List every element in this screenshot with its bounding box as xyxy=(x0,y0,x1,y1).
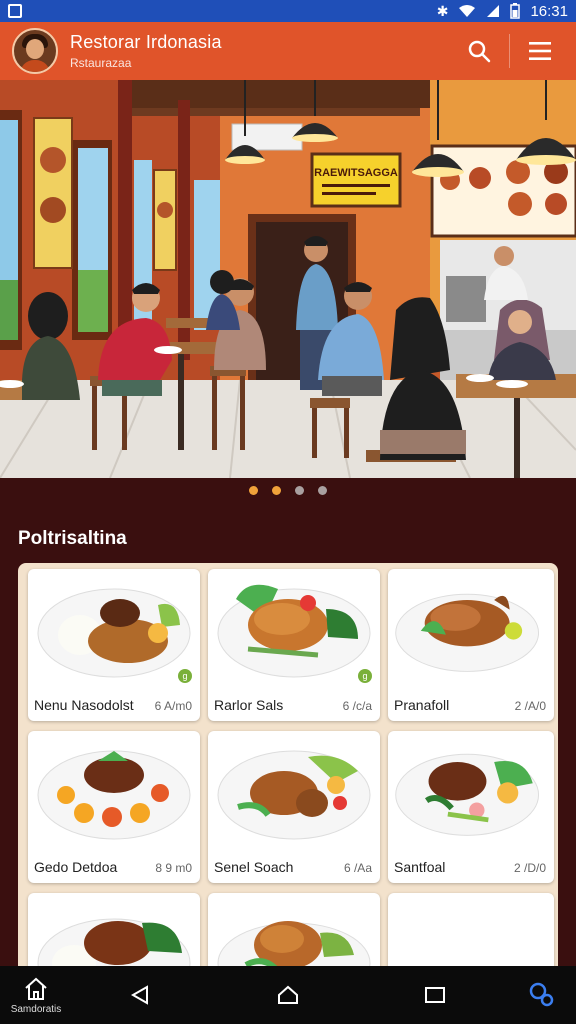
home-button[interactable] xyxy=(268,966,308,1024)
menu-grid: g Nenu Nasodolst 6 A/m0 g Rarlor Sals 6 /c/a P… xyxy=(28,569,558,967)
home-tab[interactable]: Samdoratis xyxy=(6,966,66,1024)
signal-icon xyxy=(487,5,500,17)
menu-item-card[interactable]: Gedo Detdoa 8 9 m0 xyxy=(28,731,200,883)
status-icons: ✱ 16:31 xyxy=(437,3,568,20)
app-subtitle: Rstaurazaa xyxy=(70,56,132,70)
app-bar: Restorar Irdonasia Rstaurazaa xyxy=(0,22,576,80)
wifi-icon xyxy=(459,5,476,17)
menu-item-card[interactable]: g Nenu Nasodolst 6 A/m0 xyxy=(28,569,200,721)
system-nav-bar: Samdoratis xyxy=(0,966,576,1024)
menu-item-card[interactable]: g Rarlor Sals 6 /c/a xyxy=(208,569,380,721)
food-image xyxy=(388,893,554,967)
settings-link-button[interactable] xyxy=(520,966,564,1024)
menu-item-name: Santfoal xyxy=(394,859,446,875)
menu-item-price: 6 A/m0 xyxy=(154,699,192,713)
menu-item-card[interactable]: Senel Soach 6 /Aa xyxy=(208,731,380,883)
bluetooth-icon: ✱ xyxy=(436,3,449,19)
app-bar-divider xyxy=(509,34,510,68)
carousel-dot[interactable] xyxy=(295,486,304,495)
menu-item-name: Senel Soach xyxy=(214,859,294,875)
recents-button[interactable] xyxy=(415,966,455,1024)
hero-sign-text: RAEWITSAGGA xyxy=(314,167,398,179)
food-image xyxy=(37,750,191,840)
carousel-dot[interactable] xyxy=(272,486,281,495)
section-title: Poltrisaltina xyxy=(18,528,127,549)
menu-panel: g Nenu Nasodolst 6 A/m0 g Rarlor Sals 6 /c/a P… xyxy=(18,563,558,967)
home-icon xyxy=(25,977,47,1000)
menu-item-price: 2 /A/0 xyxy=(514,699,546,713)
app-titles: Restorar Irdonasia Rstaurazaa xyxy=(70,32,222,70)
food-image xyxy=(37,918,191,967)
search-button[interactable] xyxy=(455,27,503,75)
menu-item-badge: g xyxy=(178,669,192,683)
menu-item-price: 2 /D/0 xyxy=(513,861,546,875)
clock: 16:31 xyxy=(530,2,568,20)
app-actions xyxy=(455,27,564,75)
home-tab-label: Samdoratis xyxy=(10,1003,62,1015)
back-button[interactable] xyxy=(120,966,160,1024)
menu-item-price: 6 /Aa xyxy=(343,861,372,875)
menu-item-price: 8 9 m0 xyxy=(155,861,192,875)
battery-icon xyxy=(510,3,521,19)
menu-item-card[interactable] xyxy=(208,893,380,967)
menu-button[interactable] xyxy=(516,27,564,75)
menu-item-card[interactable]: Pranafoll 2 /A/0 xyxy=(388,569,554,721)
food-image xyxy=(217,584,371,678)
menu-item-price: 6 /c/a xyxy=(342,699,372,713)
recents-icon xyxy=(425,987,445,1003)
search-icon xyxy=(468,40,491,63)
circle-home-icon xyxy=(278,985,298,1004)
settings-link-icon xyxy=(529,982,554,1007)
menu-item-name: Pranafoll xyxy=(394,697,450,713)
hero-carousel[interactable]: RAEWITSAGGA xyxy=(0,80,576,478)
food-image xyxy=(217,750,371,840)
carousel-dot[interactable] xyxy=(318,486,327,495)
menu-icon xyxy=(529,42,551,60)
app-notification-icon xyxy=(8,4,22,18)
menu-item-name: Gedo Detdoa xyxy=(34,859,118,875)
menu-item-card[interactable] xyxy=(28,893,200,967)
app-title: Restorar Irdonasia xyxy=(70,32,222,52)
menu-item-name: Nenu Nasodolst xyxy=(34,697,134,713)
food-image xyxy=(217,921,371,967)
restaurant-illustration: RAEWITSAGGA xyxy=(0,80,576,478)
menu-item-card[interactable] xyxy=(388,893,554,967)
carousel-indicator xyxy=(0,486,576,495)
food-image xyxy=(395,593,540,672)
menu-item-name: Rarlor Sals xyxy=(214,697,284,713)
food-image xyxy=(37,588,191,678)
status-bar: ✱ 16:31 xyxy=(0,0,576,22)
menu-item-badge: g xyxy=(358,669,372,683)
back-icon xyxy=(130,985,148,1005)
food-image xyxy=(395,753,540,836)
carousel-dot[interactable] xyxy=(249,486,258,495)
avatar[interactable] xyxy=(12,28,58,74)
menu-item-card[interactable]: Santfoal 2 /D/0 xyxy=(388,731,554,883)
